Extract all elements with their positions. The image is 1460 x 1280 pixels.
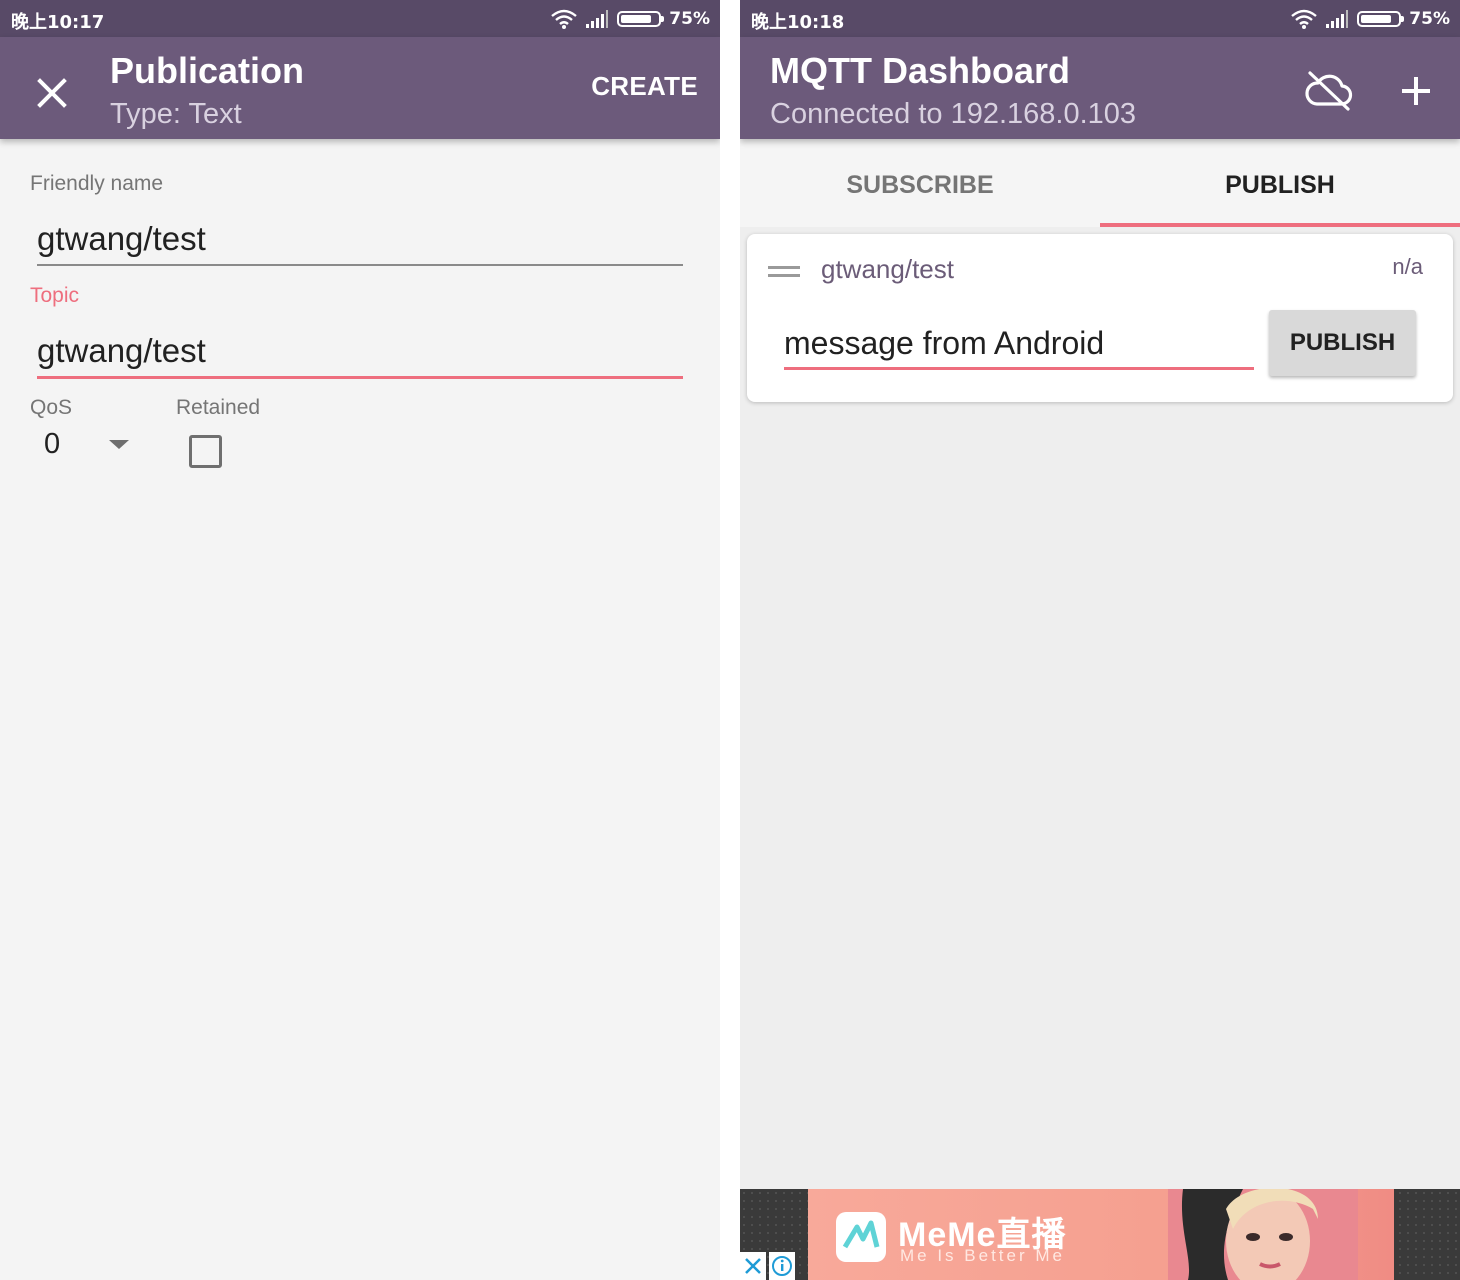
battery-icon (617, 11, 665, 27)
tab-subscribe[interactable]: SUBSCRIBE (740, 139, 1100, 227)
signal-icon (1326, 10, 1349, 28)
add-icon[interactable] (1394, 69, 1438, 113)
battery-icon (1357, 11, 1405, 27)
retained-label: Retained (176, 396, 261, 419)
publish-button[interactable]: PUBLISH (1269, 310, 1416, 376)
create-button[interactable]: CREATE (591, 71, 698, 102)
drag-handle-icon[interactable] (768, 266, 800, 278)
app-bar: Publication Type: Text CREATE (0, 37, 720, 139)
status-bar: 晚上10:18 75% (740, 0, 1460, 37)
friendly-name-input[interactable] (37, 220, 683, 266)
wifi-icon (1291, 9, 1318, 29)
dropdown-arrow-icon[interactable] (109, 440, 129, 449)
status-time: 晚上10:18 (751, 12, 845, 33)
page-title: Publication (110, 50, 305, 91)
qos-label: QoS (30, 396, 73, 419)
retained-checkbox[interactable] (189, 435, 222, 468)
close-icon[interactable] (30, 71, 74, 115)
ad-close-icon[interactable] (740, 1252, 766, 1280)
dashboard-screen: 晚上10:18 75% MQTT Dashboard Connected to … (740, 0, 1460, 1280)
status-bar: 晚上10:17 75% (0, 0, 720, 37)
tab-bar: SUBSCRIBE PUBLISH (740, 139, 1460, 227)
publication-screen: 晚上10:17 75% Publication Type: Text CREAT… (0, 0, 720, 1280)
status-time: 晚上10:17 (11, 12, 105, 33)
ad-logo-icon (836, 1212, 886, 1262)
app-bar: MQTT Dashboard Connected to 192.168.0.10… (740, 37, 1460, 139)
cloud-off-icon[interactable] (1304, 67, 1354, 113)
ad-model-image (1168, 1189, 1358, 1280)
page-subtitle: Type: Text (110, 98, 242, 130)
connection-status: Connected to 192.168.0.103 (770, 98, 1137, 130)
page-title: MQTT Dashboard (770, 50, 1071, 91)
ad-image[interactable]: MeMe直播 Me Is Better Me (808, 1189, 1394, 1280)
topic-label: Topic (30, 284, 80, 307)
ad-info-icon[interactable] (769, 1252, 795, 1280)
card-topic: gtwang/test (821, 254, 954, 284)
qos-select-value[interactable]: 0 (44, 428, 60, 461)
signal-icon (586, 10, 609, 28)
message-input[interactable] (784, 320, 1254, 370)
publish-card: gtwang/test n/a PUBLISH (747, 234, 1453, 402)
card-last-value: n/a (1392, 254, 1423, 279)
wifi-icon (551, 9, 578, 29)
tab-publish[interactable]: PUBLISH (1100, 139, 1460, 227)
ad-banner[interactable]: MeMe直播 Me Is Better Me (740, 1189, 1460, 1280)
battery-percent: 75% (669, 9, 710, 29)
battery-percent: 75% (1409, 9, 1450, 29)
topic-input[interactable] (37, 332, 683, 379)
friendly-name-label: Friendly name (30, 172, 164, 195)
ad-tagline: Me Is Better Me (900, 1246, 1065, 1265)
tab-indicator (1100, 223, 1460, 227)
